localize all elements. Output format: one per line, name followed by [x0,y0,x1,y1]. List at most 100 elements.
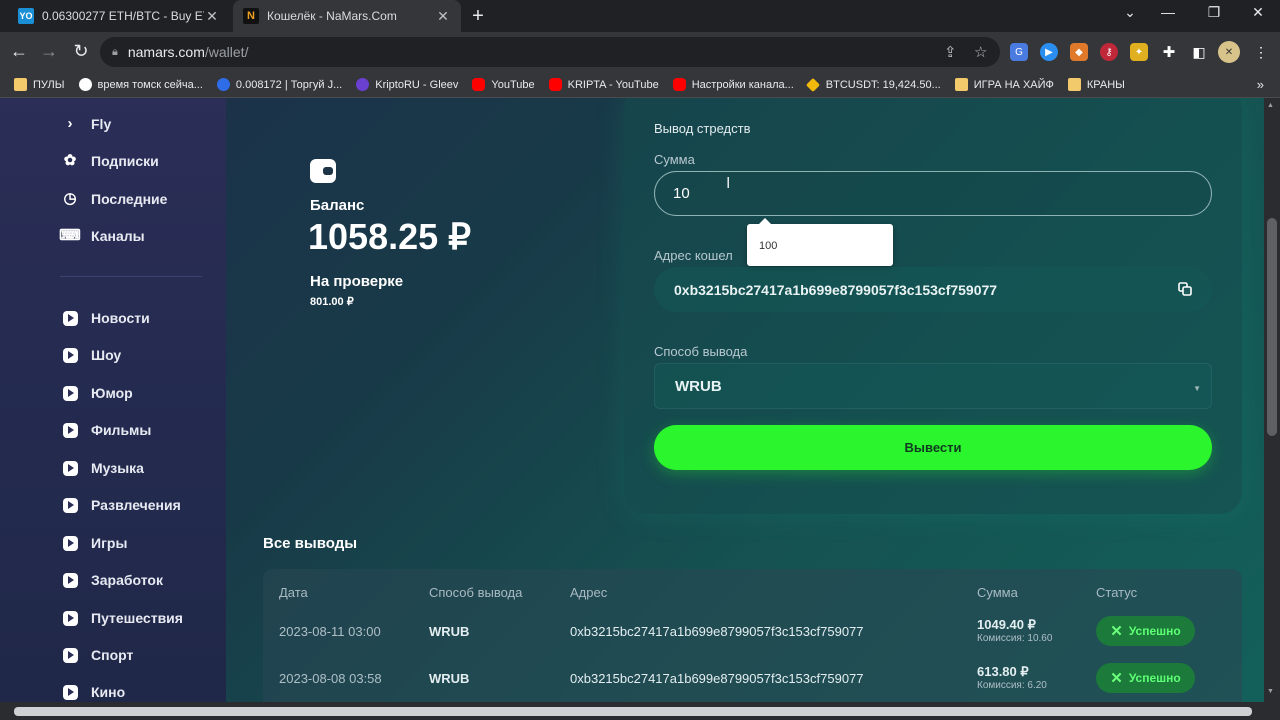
column-header-status: Статус [1096,585,1138,600]
tab-eth-btc[interactable]: YO 0.06300277 ETH/BTC - Buy ETH - ✕ [8,0,230,32]
wallet-address-value: 0xb3215bc27417a1b699e8799057f3c153cf7590… [674,281,998,298]
bookmark-label: ИГРА НА ХАЙФ [973,78,1054,91]
address-bar[interactable]: 🔒︎ namars.com/wallet/ ⇪ ☆ [100,37,1000,67]
row-amount: 1049.40 ₽ [977,617,1036,632]
copy-icon[interactable] [1178,282,1192,296]
bookmark-item[interactable]: KRIPTA - YouTube [548,78,659,91]
autocomplete-suggestion[interactable]: 100 [747,218,893,266]
play-icon [62,385,78,401]
sidebar-item-label: Каналы [91,228,145,244]
bookmark-item[interactable]: ИГРА НА ХАЙФ [954,78,1054,91]
wallet-icon [310,159,336,183]
status-badge: ✕ Успешно [1096,663,1195,693]
bookmark-item[interactable]: BTCUSDT: 19,424.50... [805,77,941,92]
sum-input[interactable] [654,171,1212,216]
bookmark-item[interactable]: время томск сейча... [78,78,203,91]
sidebar-item-sport[interactable]: Спорт [62,647,133,663]
close-mark-icon: ✕ [1110,670,1123,687]
bookmarks-bar: ПУЛЫ время томск сейча... 0.008172 | Тор… [0,72,1280,98]
row-date: 2023-08-08 03:58 [279,671,382,686]
horizontal-scrollbar[interactable] [0,702,1264,720]
bookmark-star-icon[interactable]: ☆ [974,43,987,61]
sidebar-item-label: Игры [91,535,128,551]
sidebar-item-label: Подписки [91,153,159,169]
folder-icon [14,78,27,91]
status-text: Успешно [1128,671,1181,685]
google-icon [78,78,92,91]
sidebar-item-earnings[interactable]: Заработок [62,572,163,588]
chevron-right-icon: › [67,115,73,132]
menu-dots-icon[interactable]: ⋮ [1252,43,1270,61]
sidebar-item-entertainment[interactable]: Развлечения [62,497,181,513]
play-icon [62,422,78,438]
sidebar-item-news[interactable]: Новости [62,310,150,326]
extensions-puzzle-icon[interactable]: ✚ [1160,43,1178,61]
share-icon[interactable]: ⇪ [944,43,957,61]
method-select[interactable]: WRUB ▼ [654,363,1212,409]
url-host: namars.com [127,44,205,60]
tab-bar: YO 0.06300277 ETH/BTC - Buy ETH - ✕ N Ко… [0,0,1280,32]
scrollbar-corner [1264,702,1280,720]
new-tab-icon[interactable]: + [468,5,488,28]
metamask-extension-icon[interactable]: ◆ [1070,43,1088,61]
reload-icon[interactable]: ↻ [70,41,92,62]
method-label: Способ вывода [654,344,748,359]
more-bookmarks-icon[interactable]: » [1257,77,1264,92]
sidebar-item-cinema[interactable]: Кино [62,684,125,700]
youtube-icon [672,78,686,91]
tab-wallet[interactable]: N Кошелёк - NaMars.Com ✕ [233,0,461,32]
sidebar-item-subscriptions[interactable]: ✿ Подписки [62,152,159,170]
sidebar-item-channels[interactable]: ⌨ Каналы [59,227,145,245]
close-window-icon[interactable]: ✕ [1248,4,1268,21]
sidebar-item-label: Новости [91,310,150,326]
sidebar-item-humor[interactable]: Юмор [62,385,133,401]
row-method: WRUB [429,624,470,639]
side-panel-icon[interactable]: ◧ [1190,43,1208,61]
column-header-method: Способ вывода [429,585,523,600]
star-badge-icon: ✿ [63,152,77,169]
profile-avatar[interactable]: ✕ [1218,41,1240,63]
bookmark-item[interactable]: 0.008172 | Торгуй J... [216,78,343,91]
horizontal-scroll-thumb[interactable] [14,707,1252,716]
restore-icon[interactable]: ❐ [1204,4,1224,21]
sidebar-item-films[interactable]: Фильмы [62,422,151,438]
minimize-icon[interactable]: — [1158,4,1178,20]
vertical-scrollbar[interactable]: ▲ ▼ [1264,98,1280,702]
column-header-address: Адрес [570,585,608,600]
sidebar-item-travel[interactable]: Путешествия [62,610,183,626]
bookmark-item[interactable]: YouTube [472,78,535,91]
key-extension-icon[interactable]: ⚷ [1100,43,1118,61]
forward-icon[interactable]: → [38,41,60,62]
kripto-icon [356,78,370,91]
scroll-up-icon[interactable]: ▲ [1267,102,1274,109]
shield-extension-icon[interactable]: ✦ [1130,43,1148,61]
sidebar-item-games[interactable]: Игры [62,535,127,551]
close-tab-icon[interactable]: ✕ [204,8,220,25]
yobit-favicon-icon: YO [18,8,34,24]
withdraw-button[interactable]: Вывести [654,425,1212,470]
scroll-down-icon[interactable]: ▼ [1267,688,1274,695]
bookmark-item[interactable]: КРАНЫ [1067,78,1125,91]
channels-icon: ⌨ [59,227,81,244]
sidebar-item-recent[interactable]: ◷ Последние [62,191,167,208]
bookmark-label: 0.008172 | Торгуй J... [235,78,343,91]
vertical-scroll-thumb[interactable] [1267,218,1277,436]
sidebar-item-show[interactable]: Шоу [62,347,121,363]
translate-extension-icon[interactable]: G [1010,43,1028,61]
bookmark-label: время томск сейча... [97,78,203,91]
bookmark-item[interactable]: ПУЛЫ [14,78,65,91]
bookmark-item[interactable]: KriptoRU - Gleev [356,78,458,91]
lock-icon: 🔒︎ [112,45,118,58]
tab-search-icon[interactable]: ⌄ [1120,4,1140,21]
wallet-address-field[interactable]: 0xb3215bc27417a1b699e8799057f3c153cf7590… [654,267,1212,312]
player-extension-icon[interactable]: ▶ [1040,43,1058,61]
row-date: 2023-08-11 03:00 [279,624,381,639]
youtube-icon [548,78,562,91]
sidebar-item-label: Развлечения [91,497,181,513]
close-tab-icon[interactable]: ✕ [435,8,451,25]
sidebar-item-fly[interactable]: › Fly [62,115,112,133]
bookmark-label: ПУЛЫ [33,78,65,91]
bookmark-item[interactable]: Настройки канала... [672,78,794,91]
back-icon[interactable]: ← [8,41,30,62]
sidebar-item-music[interactable]: Музыка [62,460,144,476]
